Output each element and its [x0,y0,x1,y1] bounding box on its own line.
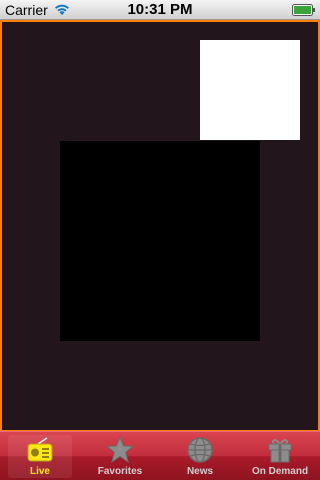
tab-news-label: News [186,466,214,477]
tab-bar: Live Favorites News On Demand [0,431,320,480]
tab-on-demand-label: On Demand [251,466,309,477]
tab-live-label: Live [29,466,50,477]
star-icon [105,435,135,464]
tab-favorites-label: Favorites [97,466,143,477]
globe-icon [187,437,213,463]
tab-favorites[interactable]: Favorites [80,432,160,480]
ad-panel[interactable] [200,40,300,140]
tab-live[interactable]: Live [0,432,80,480]
battery-icon [292,4,315,16]
status-time: 10:31 PM [127,1,193,18]
radio-icon [27,437,53,462]
status-bar: Carrier 10:31 PM [0,0,320,20]
main-content [0,20,320,431]
tab-on-demand[interactable]: On Demand [240,432,320,480]
video-player[interactable] [60,141,260,341]
gift-icon [268,439,292,463]
tab-news[interactable]: News [160,432,240,480]
